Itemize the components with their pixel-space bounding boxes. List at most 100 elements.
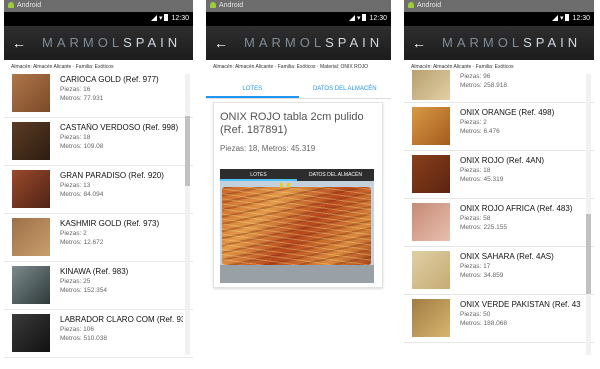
- scrollbar-thumb[interactable]: [586, 214, 591, 294]
- list-item[interactable]: ONIX VERDE PAKISTAN (Ref. 43 Piezas: 50 Me…: [404, 295, 594, 343]
- breadcrumb: Almacén: Almacén Alicante · Familia: Exó…: [206, 60, 391, 72]
- lot-title: ONIX ROJO tabla 2cm pulido (Ref. 187891): [220, 111, 364, 136]
- window-title-bar: Android: [404, 0, 594, 12]
- list-item[interactable]: Piezas: 96 Metros: 258.918: [404, 70, 594, 103]
- material-thumbnail: [412, 107, 450, 145]
- app-bar: ← MARMOLSPAIN: [206, 26, 391, 60]
- lot-card[interactable]: ONIX ROJO tabla 2cm pulido (Ref. 187891)…: [213, 102, 383, 288]
- status-bar: ▾ 12:30: [4, 12, 193, 26]
- screen-material-list-1: Android ▾ 12:30 ← MARMOLSPAIN Almacén: Al…: [4, 0, 193, 369]
- back-arrow-icon[interactable]: ←: [412, 34, 426, 52]
- item-pieces: Piezas: 25: [60, 278, 91, 285]
- app-bar: ← MARMOLSPAIN: [404, 26, 594, 60]
- back-arrow-icon[interactable]: ←: [12, 34, 26, 52]
- detail-tabs: LOTES DATOS DEL ALMACÉN: [206, 81, 391, 99]
- item-name: ONIX SAHARA (Ref. 4AS): [460, 252, 554, 261]
- list-item[interactable]: CARIOCA GOLD (Ref. 977) Piezas: 16 Metros:…: [4, 70, 193, 118]
- window-title: Android: [17, 2, 42, 9]
- item-pieces: Piezas: 58: [460, 215, 491, 222]
- item-pieces: Piezas: 17: [460, 263, 491, 270]
- brand-logo: MARMOLSPAIN: [42, 35, 182, 50]
- list-item[interactable]: KASHMIR GOLD (Ref. 973) Piezas: 2 Metros: …: [4, 214, 193, 262]
- list-item[interactable]: ONIX ROJO AFRICA (Ref. 483) Piezas: 58 Met…: [404, 199, 594, 247]
- wifi-icon: ▾: [158, 15, 163, 22]
- list-item[interactable]: ONIX ORANGE (Ref. 498) Piezas: 2 Metros: 6…: [404, 103, 594, 151]
- material-thumbnail: [412, 299, 450, 337]
- item-name: ONIX ROJO (Ref. 4AN): [460, 156, 545, 165]
- screen-material-list-2: Android ▾ 12:30 ← MARMOLSPAIN Almacén: Al…: [404, 0, 594, 369]
- onyx-slab-image: [222, 187, 371, 265]
- material-list: CARIOCA GOLD (Ref. 977) Piezas: 16 Metros:…: [4, 70, 193, 369]
- item-meters: Metros: 188.068: [460, 320, 507, 327]
- signal-icon: [348, 15, 355, 21]
- item-pieces: Piezas: 18: [60, 134, 91, 141]
- list-item[interactable]: ONIX ROJO (Ref. 4AN) Piezas: 18 Metros: 45…: [404, 151, 594, 199]
- tab-lotes[interactable]: LOTES: [206, 81, 299, 98]
- battery-icon: [362, 14, 367, 21]
- item-pieces: Piezas: 50: [460, 311, 491, 318]
- signal-icon: [150, 15, 157, 21]
- back-arrow-icon[interactable]: ←: [214, 34, 228, 52]
- item-meters: Metros: 258.918: [460, 82, 507, 89]
- material-thumbnail: [12, 314, 50, 352]
- material-thumbnail: [12, 170, 50, 208]
- item-name: ONIX ORANGE (Ref. 498): [460, 108, 555, 117]
- photo-tab-datos: DATOS DEL ALMACÉN: [309, 172, 362, 178]
- brand-logo: MARMOLSPAIN: [442, 35, 582, 50]
- material-thumbnail: [12, 266, 50, 304]
- wifi-icon: ▾: [559, 15, 564, 22]
- list-item[interactable]: KINAWA (Ref. 983) Piezas: 25 Metros: 152.3…: [4, 262, 193, 310]
- item-meters: Metros: 45.319: [460, 176, 504, 183]
- battery-icon: [565, 14, 570, 21]
- clock: 12:30: [572, 15, 590, 22]
- status-bar: ▾ 12:30: [206, 12, 391, 26]
- material-thumbnail: [12, 122, 50, 160]
- item-meters: Metros: 6.476: [460, 128, 500, 135]
- wifi-icon: ▾: [356, 15, 361, 22]
- item-name: KASHMIR GOLD (Ref. 973): [60, 219, 160, 228]
- item-pieces: Piezas: 96: [460, 73, 491, 80]
- item-name: ONIX VERDE PAKISTAN (Ref. 43: [460, 300, 581, 309]
- item-name: GRAN PARADISO (Ref. 920): [60, 171, 164, 180]
- item-pieces: Piezas: 13: [60, 182, 91, 189]
- window-title-bar: Android: [206, 0, 391, 12]
- floor-shape: [220, 265, 374, 283]
- item-name: LABRADOR CLARO COM (Ref. 93: [60, 315, 183, 324]
- item-meters: Metros: 77.931: [60, 95, 104, 102]
- item-meters: Metros: 12.672: [60, 239, 104, 246]
- material-thumbnail: [12, 74, 50, 112]
- android-icon: [408, 2, 414, 8]
- material-thumbnail: [12, 218, 50, 256]
- item-meters: Metros: 34.859: [460, 272, 504, 279]
- list-item[interactable]: LABRADOR CLARO COM (Ref. 93 Piezas: 106 Me…: [4, 310, 193, 358]
- item-pieces: Piezas: 16: [60, 86, 91, 93]
- status-bar: ▾ 12:30: [404, 12, 594, 26]
- slab-photo: LOTES DATOS DEL ALMACÉN: [220, 169, 374, 283]
- tab-datos-almacen[interactable]: DATOS DEL ALMACÉN: [299, 81, 392, 98]
- item-name: KINAWA (Ref. 983): [60, 267, 129, 276]
- scrollbar[interactable]: [586, 74, 591, 355]
- battery-icon: [164, 14, 169, 21]
- item-name: ONIX ROJO AFRICA (Ref. 483): [460, 204, 573, 213]
- item-meters: Metros: 109.08: [60, 143, 104, 150]
- lot-stock: Piezas: 18, Metros: 45.319: [220, 144, 316, 153]
- material-thumbnail: [412, 203, 450, 241]
- window-title: Android: [417, 2, 442, 9]
- item-pieces: Piezas: 2: [60, 230, 87, 237]
- item-meters: Metros: 225.155: [460, 224, 507, 231]
- scrollbar-thumb[interactable]: [185, 116, 190, 186]
- android-icon: [8, 2, 14, 8]
- brand-logo: MARMOLSPAIN: [244, 35, 384, 50]
- item-name: CARIOCA GOLD (Ref. 977): [60, 75, 159, 84]
- item-pieces: Piezas: 2: [460, 119, 487, 126]
- scrollbar[interactable]: [185, 74, 190, 355]
- list-item[interactable]: GRAN PARADISO (Ref. 920) Piezas: 13 Metros…: [4, 166, 193, 214]
- list-item[interactable]: ONIX SAHARA (Ref. 4AS) Piezas: 17 Metros: …: [404, 247, 594, 295]
- photo-tab-lotes: LOTES: [220, 169, 297, 181]
- item-pieces: Piezas: 106: [60, 326, 94, 333]
- list-item[interactable]: CASTAÑO VERDOSO (Ref. 998) Piezas: 18 Metr…: [4, 118, 193, 166]
- signal-icon: [551, 15, 558, 21]
- item-name: CASTAÑO VERDOSO (Ref. 998): [60, 123, 179, 132]
- item-pieces: Piezas: 18: [460, 167, 491, 174]
- window-title: Android: [219, 2, 244, 9]
